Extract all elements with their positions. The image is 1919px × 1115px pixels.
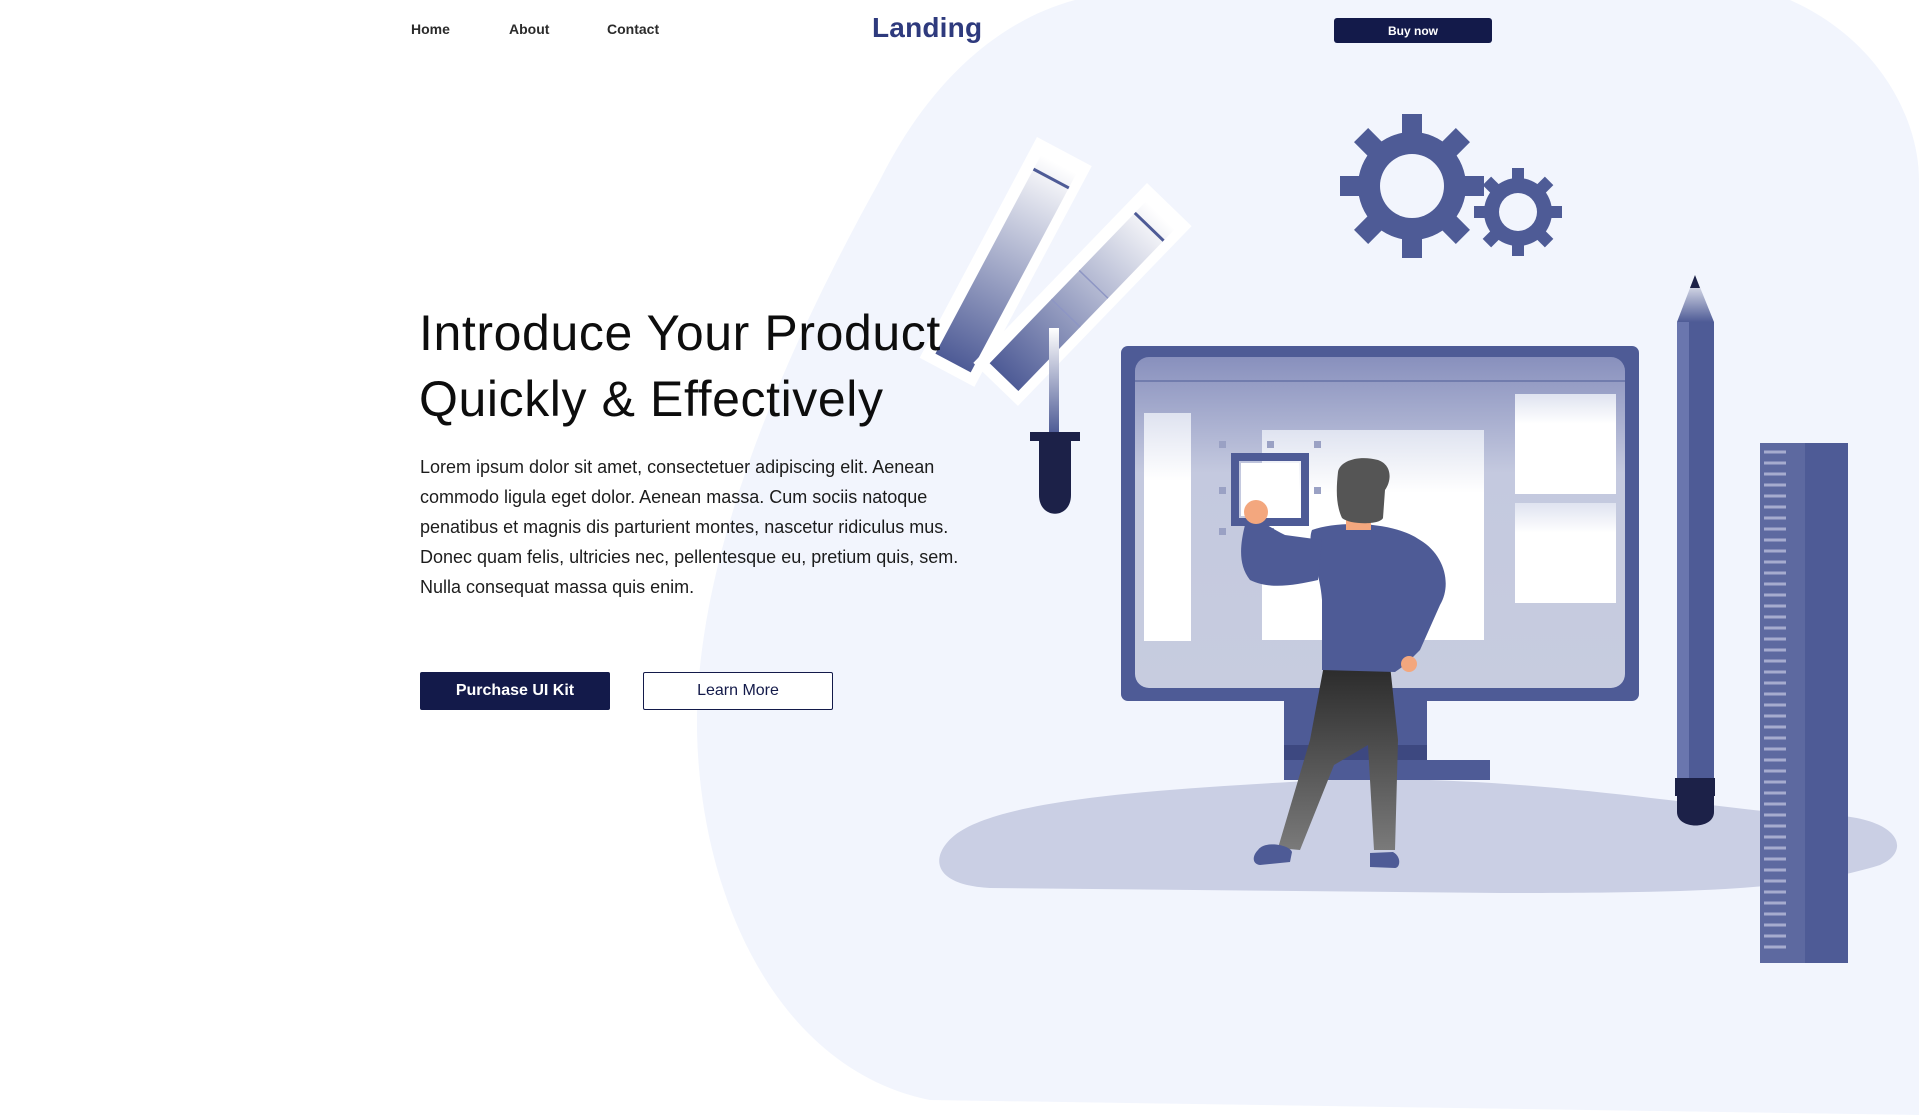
hero-title-line2: Quickly & Effectively: [419, 371, 884, 427]
top-nav: Home About Contact Landing Buy now: [0, 0, 1919, 60]
nav-contact-link[interactable]: Contact: [607, 21, 659, 37]
hero-description: Lorem ipsum dolor sit amet, consectetuer…: [420, 457, 959, 597]
hero-title: Introduce Your Product Quickly & Effecti…: [419, 300, 979, 432]
pencil-icon: [1675, 275, 1715, 826]
learn-more-button[interactable]: Learn More: [643, 672, 833, 710]
ground-shadow: [939, 779, 1898, 893]
buy-now-button[interactable]: Buy now: [1334, 18, 1492, 43]
purchase-ui-kit-button[interactable]: Purchase UI Kit: [420, 672, 610, 710]
gear-icon: [1340, 114, 1562, 258]
hero-title-line1: Introduce Your Product: [419, 305, 941, 361]
site-logo[interactable]: Landing: [872, 12, 982, 44]
ruler-icon: [1760, 443, 1848, 963]
nav-home-link[interactable]: Home: [411, 21, 450, 37]
nav-about-link[interactable]: About: [509, 21, 549, 37]
